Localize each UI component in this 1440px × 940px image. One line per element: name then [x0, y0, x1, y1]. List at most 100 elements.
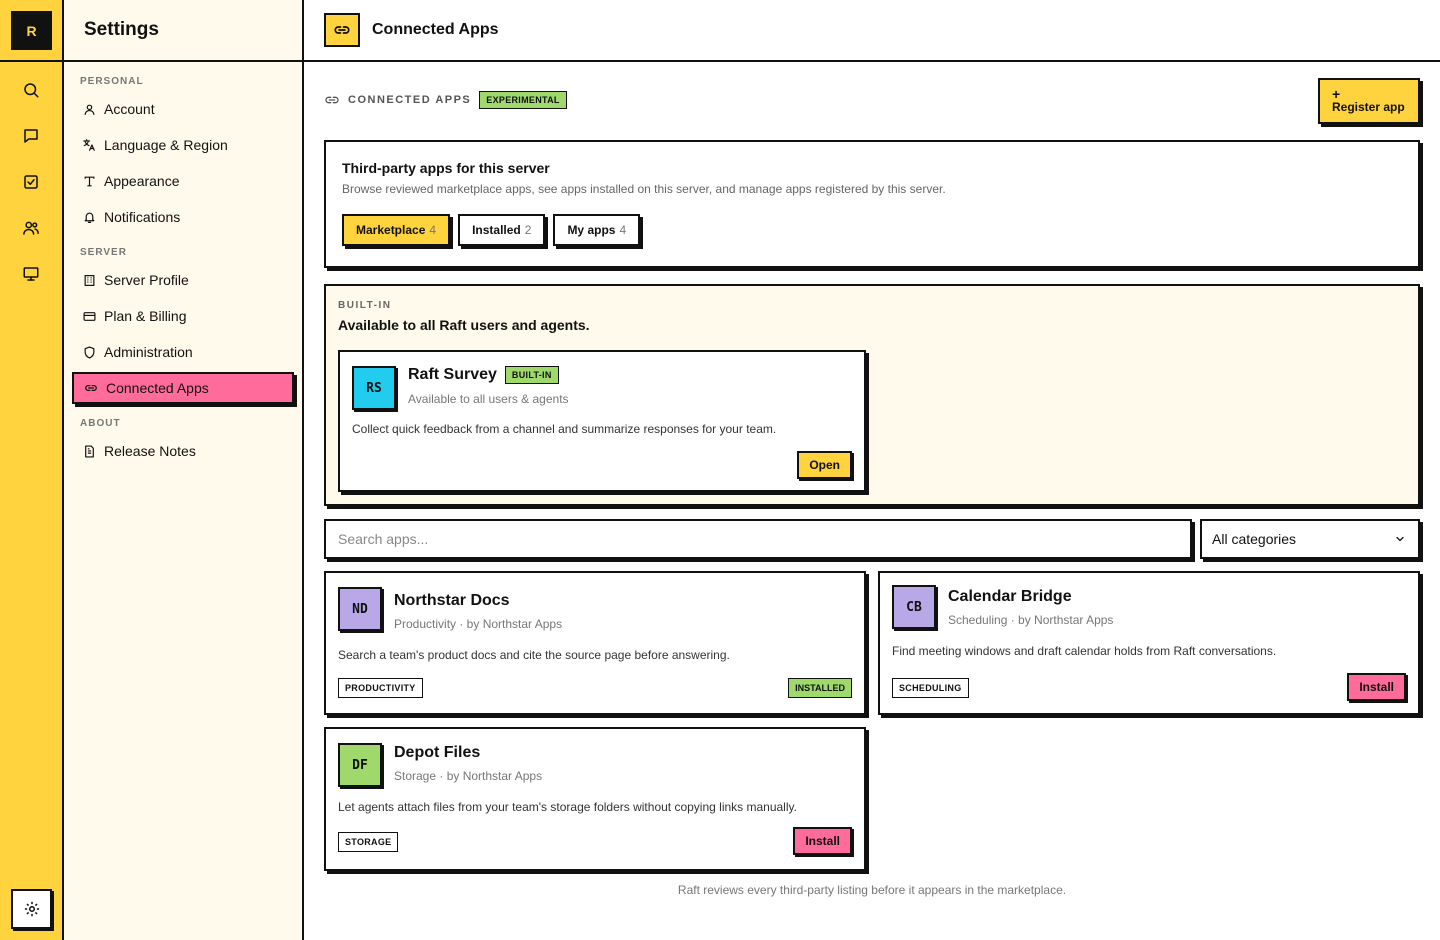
rail-chat-button[interactable] — [16, 121, 46, 151]
builtin-badge: BUILT-IN — [504, 366, 559, 384]
app-avatar: RS — [352, 366, 396, 410]
type-icon — [82, 174, 96, 188]
intro-panel: Third-party apps for this server Browse … — [324, 140, 1420, 268]
rail-people-button[interactable] — [16, 213, 46, 243]
sidebar-item-appearance[interactable]: Appearance — [72, 165, 294, 197]
app-description: Find meeting windows and draft calendar … — [892, 644, 1277, 658]
app-card-raft-survey: RS Raft Survey BUILT-IN Available to all… — [338, 350, 866, 492]
sidebar-item-release-notes[interactable]: Release Notes — [72, 435, 294, 467]
register-app-label: Register app — [1332, 100, 1405, 114]
search-input[interactable] — [326, 521, 1190, 557]
rail-monitor-button[interactable] — [16, 259, 46, 289]
sidebar-title: Settings — [84, 19, 159, 40]
app-description: Search a team's product docs and cite th… — [338, 648, 730, 662]
tab-installed[interactable]: Installed 2 — [458, 214, 546, 246]
category-tag: STORAGE — [338, 832, 399, 852]
main-content: CONNECTED APPS EXPERIMENTAL + Register a… — [304, 62, 1440, 940]
experimental-badge: EXPERIMENTAL — [479, 91, 567, 109]
builtin-description: Available to all Raft users and agents. — [338, 317, 590, 333]
installed-badge: INSTALLED — [788, 678, 852, 698]
sidebar-item-plan-billing[interactable]: Plan & Billing — [72, 300, 294, 332]
sidebar-item-account[interactable]: Account — [72, 93, 294, 125]
search-icon — [24, 83, 39, 98]
gear-icon — [24, 901, 39, 917]
sidebar-item-label: Account — [104, 101, 155, 117]
sidebar-item-notifications[interactable]: Notifications — [72, 201, 294, 233]
tab-count: 4 — [619, 223, 627, 237]
group-label-personal: PERSONAL — [80, 76, 144, 87]
page-header: Connected Apps — [304, 0, 1440, 62]
app-card-depot-files: DF Depot Files Storage · by Northstar Ap… — [324, 727, 866, 871]
monitor-icon — [23, 267, 39, 281]
sidebar-item-label: Server Profile — [104, 272, 189, 288]
bell-icon — [82, 210, 96, 224]
link-icon — [325, 96, 339, 104]
group-label-about: ABOUT — [80, 418, 121, 429]
app-card-northstar-docs: ND Northstar Docs Productivity · by Nort… — [324, 571, 866, 715]
plus-icon: + — [1332, 86, 1341, 102]
app-tabs: Marketplace 4 Installed 2 My apps 4 — [342, 214, 1402, 246]
app-description: Let agents attach files from your team's… — [338, 800, 797, 814]
file-icon — [82, 444, 96, 458]
sidebar-item-label: Administration — [104, 344, 193, 360]
section-header: CONNECTED APPS EXPERIMENTAL — [324, 91, 567, 109]
app-name: Calendar Bridge — [948, 588, 1072, 605]
sidebar-item-server-profile[interactable]: Server Profile — [72, 264, 294, 296]
builtin-panel: BUILT-IN Available to all Raft users and… — [324, 284, 1420, 506]
tab-count: 4 — [429, 223, 437, 237]
open-button[interactable]: Open — [797, 451, 852, 479]
install-button[interactable]: Install — [1347, 673, 1406, 701]
sidebar-item-connected-apps[interactable]: Connected Apps — [72, 372, 294, 404]
sidebar-item-label: Release Notes — [104, 443, 196, 459]
register-app-button[interactable]: + Register app — [1318, 78, 1420, 124]
app-name: Northstar Docs — [394, 592, 510, 609]
rail-search-button[interactable] — [16, 75, 46, 105]
sidebar-item-language-region[interactable]: Language & Region — [72, 129, 294, 161]
rail-divider — [0, 60, 62, 62]
sidebar-item-administration[interactable]: Administration — [72, 336, 294, 368]
app-name: Depot Files — [394, 744, 481, 761]
builtin-label: BUILT-IN — [338, 300, 392, 311]
app-subtitle: Productivity · by Northstar Apps — [394, 617, 563, 631]
app-subtitle: Storage · by Northstar Apps — [394, 769, 543, 783]
app-avatar: DF — [338, 743, 382, 787]
tasks-icon — [24, 175, 38, 189]
chat-icon — [24, 129, 38, 143]
sidebar-item-label: Plan & Billing — [104, 308, 187, 324]
app-logo[interactable]: R — [11, 11, 52, 50]
settings-sidebar: Settings PERSONAL Account Language & Reg… — [64, 0, 304, 940]
app-rail: R — [0, 0, 64, 940]
section-label: CONNECTED APPS — [348, 94, 472, 106]
sidebar-item-label: Notifications — [104, 209, 181, 225]
group-label-server: SERVER — [80, 247, 127, 258]
people-icon — [23, 221, 39, 235]
shield-icon — [82, 345, 96, 359]
app-avatar: ND — [338, 587, 382, 631]
tab-my-apps[interactable]: My apps 4 — [553, 214, 641, 246]
app-description: Collect quick feedback from a channel an… — [352, 422, 777, 436]
tab-count: 2 — [524, 223, 532, 237]
translate-icon — [82, 138, 96, 152]
building-icon — [82, 273, 96, 287]
category-tag: SCHEDULING — [892, 678, 969, 698]
rail-settings-button[interactable] — [11, 889, 52, 929]
chevron-down-icon — [1396, 536, 1404, 542]
footer-note: Raft reviews every third-party listing b… — [677, 883, 1067, 897]
sidebar-item-label: Connected Apps — [106, 380, 209, 396]
app-name: Raft Survey BUILT-IN — [408, 366, 559, 384]
search-field[interactable] — [324, 519, 1192, 559]
intro-title: Third-party apps for this server — [342, 160, 550, 176]
user-icon — [82, 102, 96, 116]
sidebar-header: Settings — [64, 0, 302, 62]
app-avatar: CB — [892, 585, 936, 629]
install-button[interactable]: Install — [793, 827, 852, 855]
tab-marketplace[interactable]: Marketplace 4 — [342, 214, 451, 246]
category-tag: PRODUCTIVITY — [338, 678, 423, 698]
link-icon — [324, 13, 360, 47]
category-select-value: All categories — [1212, 531, 1297, 547]
category-select[interactable]: All categories — [1200, 519, 1420, 559]
rail-tasks-button[interactable] — [16, 167, 46, 197]
card-icon — [82, 309, 96, 323]
sidebar-item-label: Appearance — [104, 173, 180, 189]
app-subtitle: Scheduling · by Northstar Apps — [948, 613, 1114, 627]
